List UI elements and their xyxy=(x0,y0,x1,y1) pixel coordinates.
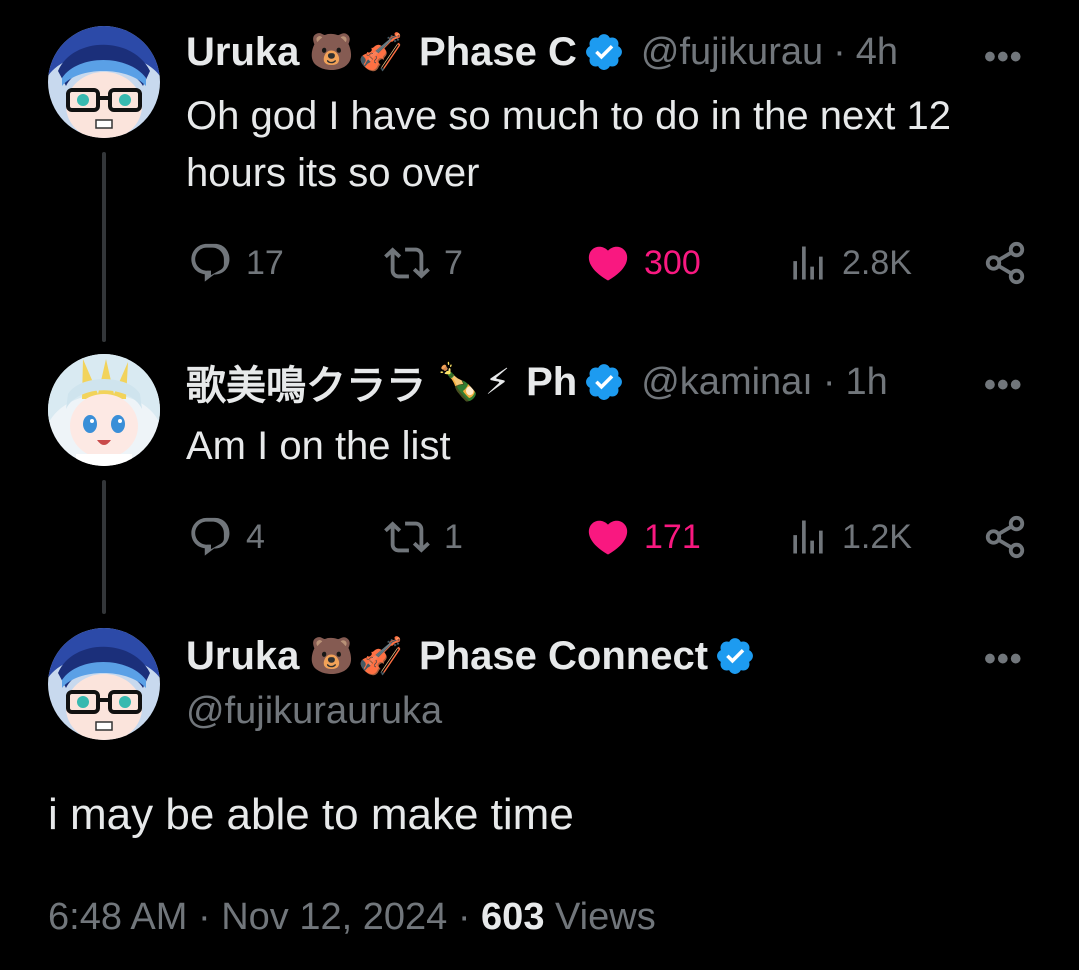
reply-button[interactable]: 17 xyxy=(188,240,284,286)
views-icon xyxy=(793,520,823,554)
share-icon xyxy=(985,515,1025,559)
more-icon[interactable]: ••• xyxy=(984,366,1023,405)
tweet-header: Uruka 🐻 🎻 Phase Connect xyxy=(186,628,756,684)
avatar[interactable] xyxy=(48,26,160,138)
reply-button[interactable]: 4 xyxy=(188,514,265,560)
display-name[interactable]: Uruka xyxy=(186,634,299,679)
like-button[interactable]: 300 xyxy=(584,240,701,286)
avatar[interactable] xyxy=(48,628,160,740)
heart-icon xyxy=(588,520,628,555)
repost-icon xyxy=(384,521,430,553)
thread-line xyxy=(102,152,106,342)
timestamp[interactable]: 4h xyxy=(856,31,898,74)
display-name[interactable]: Uruka xyxy=(186,30,299,75)
views-button[interactable]: 1.2K xyxy=(786,514,912,560)
share-button[interactable] xyxy=(982,240,1040,286)
heart-icon xyxy=(588,246,628,281)
name-emoji: 🍾 xyxy=(436,361,481,402)
name-emoji: 🎻 xyxy=(358,635,404,676)
share-button[interactable] xyxy=(982,514,1040,560)
views-label: Views xyxy=(555,896,656,938)
tweet-text-line: Oh god I have so much to do in the next … xyxy=(186,94,951,138)
repost-count: 7 xyxy=(444,243,463,282)
views-icon xyxy=(793,246,823,280)
display-name[interactable]: 歌美鳴クララ xyxy=(186,353,426,411)
reply-icon xyxy=(191,517,230,556)
thread-line xyxy=(102,480,106,614)
tweet-date[interactable]: Nov 12, 2024 xyxy=(221,896,447,938)
display-name-extra[interactable]: Phase C xyxy=(419,30,577,75)
verified-badge-icon[interactable] xyxy=(583,361,625,403)
tweet-text: i may be able to make time xyxy=(48,790,574,839)
repost-button[interactable]: 1 xyxy=(382,514,463,560)
repost-count: 1 xyxy=(444,517,463,556)
handle[interactable]: @fujikurau xyxy=(641,31,823,74)
handle[interactable]: @kaminaı xyxy=(641,361,813,404)
separator-dot: · xyxy=(197,896,211,938)
like-button[interactable]: 171 xyxy=(584,514,701,560)
tweet-text-line: hours its so over xyxy=(186,151,480,195)
name-emoji: 🐻 xyxy=(309,31,355,72)
views-count: 603 xyxy=(481,896,545,938)
tweet-header: 歌美鳴クララ 🍾 ⚡ Ph @kaminaı · 1h xyxy=(186,354,888,410)
views-button[interactable]: 2.8K xyxy=(786,240,912,286)
name-emoji: 🐻 xyxy=(309,635,355,676)
views-count: 2.8K xyxy=(842,243,912,282)
repost-button[interactable]: 7 xyxy=(382,240,463,286)
tweet-text: Oh god I have so much to do in the next … xyxy=(186,88,951,202)
handle[interactable]: @fujikurauruka xyxy=(186,690,442,733)
display-name-extra[interactable]: Phase Connect xyxy=(419,634,708,679)
tweet-time[interactable]: 6:48 AM xyxy=(48,896,187,938)
like-count: 171 xyxy=(644,517,701,556)
views-count: 1.2K xyxy=(842,517,912,556)
share-icon xyxy=(985,241,1025,285)
reply-count: 17 xyxy=(246,243,284,282)
tweet-header: Uruka 🐻 🎻 Phase C @fujikurau · 4h xyxy=(186,24,898,80)
like-count: 300 xyxy=(644,243,701,282)
reply-icon xyxy=(191,243,230,282)
more-icon[interactable]: ••• xyxy=(984,640,1023,679)
separator-dot: · xyxy=(822,360,836,403)
avatar[interactable] xyxy=(48,354,160,466)
tweet-text: Am I on the list xyxy=(186,418,451,475)
display-name-extra[interactable]: Ph xyxy=(526,360,577,405)
name-emoji: 🎻 xyxy=(358,31,404,72)
name-emoji: ⚡ xyxy=(484,361,511,402)
timestamp[interactable]: 1h xyxy=(846,361,888,404)
verified-badge-icon[interactable] xyxy=(714,635,756,677)
separator-dot: · xyxy=(833,30,846,73)
more-icon[interactable]: ••• xyxy=(984,38,1023,77)
tweet-text-line: Am I on the list xyxy=(186,424,451,468)
reply-count: 4 xyxy=(246,517,265,556)
separator-dot: · xyxy=(457,896,471,938)
tweet-meta: 6:48 AM · Nov 12, 2024 · 603 Views xyxy=(48,896,656,939)
verified-badge-icon[interactable] xyxy=(583,31,625,73)
repost-icon xyxy=(384,247,430,279)
